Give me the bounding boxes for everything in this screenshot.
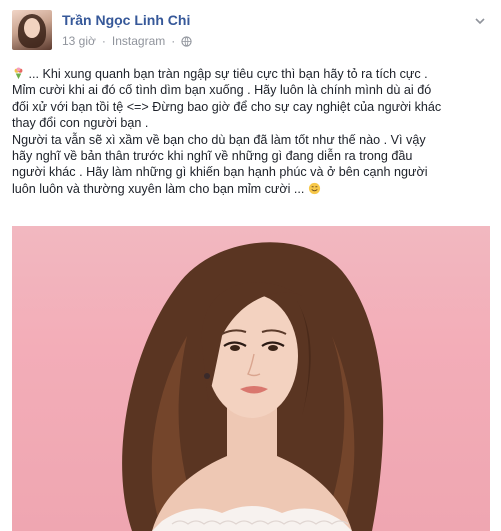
post-line: Người ta vẫn sẽ xì xầm về bạn cho dù bạn…: [12, 132, 426, 147]
post-line: thay đổi con người bạn .: [12, 116, 149, 131]
post-line: Mỉm cười khi ai đó cố tình dìm bạn xuống…: [12, 83, 432, 98]
meta-separator-2: ·: [171, 34, 176, 48]
post-line: ... Khi xung quanh bạn tràn ngập sự tiêu…: [12, 66, 494, 82]
post-line: người khác . Hãy làm những gì khiến bạn …: [12, 165, 428, 180]
portrait-illustration: [122, 242, 384, 531]
post-timestamp[interactable]: 13 giờ: [62, 34, 96, 48]
post-meta: 13 giờ · Instagram ·: [62, 34, 192, 48]
meta-separator: ·: [101, 34, 106, 48]
smiling-emoji-icon: [308, 182, 320, 194]
post-photo[interactable]: [12, 226, 490, 531]
chevron-down-icon[interactable]: [473, 14, 487, 28]
avatar[interactable]: [12, 10, 52, 50]
author-name[interactable]: Trần Ngọc Linh Chi: [62, 12, 190, 28]
post-line: hãy nghĩ về bản thân trước khi nghĩ về n…: [12, 149, 413, 164]
bouquet-emoji-icon: [14, 67, 23, 80]
globe-icon[interactable]: [181, 35, 192, 47]
post-text: ... Khi xung quanh bạn tràn ngập sự tiêu…: [12, 66, 494, 197]
avatar-face: [24, 18, 40, 38]
post-source[interactable]: Instagram: [112, 34, 165, 48]
post-line: luôn luôn và thường xuyên làm cho bạn mỉ…: [12, 181, 494, 197]
post-line: đối xử với bạn tồi tệ <=> Đừng bao giờ đ…: [12, 99, 442, 114]
facebook-post: Trần Ngọc Linh Chi 13 giờ · Instagram · …: [0, 0, 501, 531]
